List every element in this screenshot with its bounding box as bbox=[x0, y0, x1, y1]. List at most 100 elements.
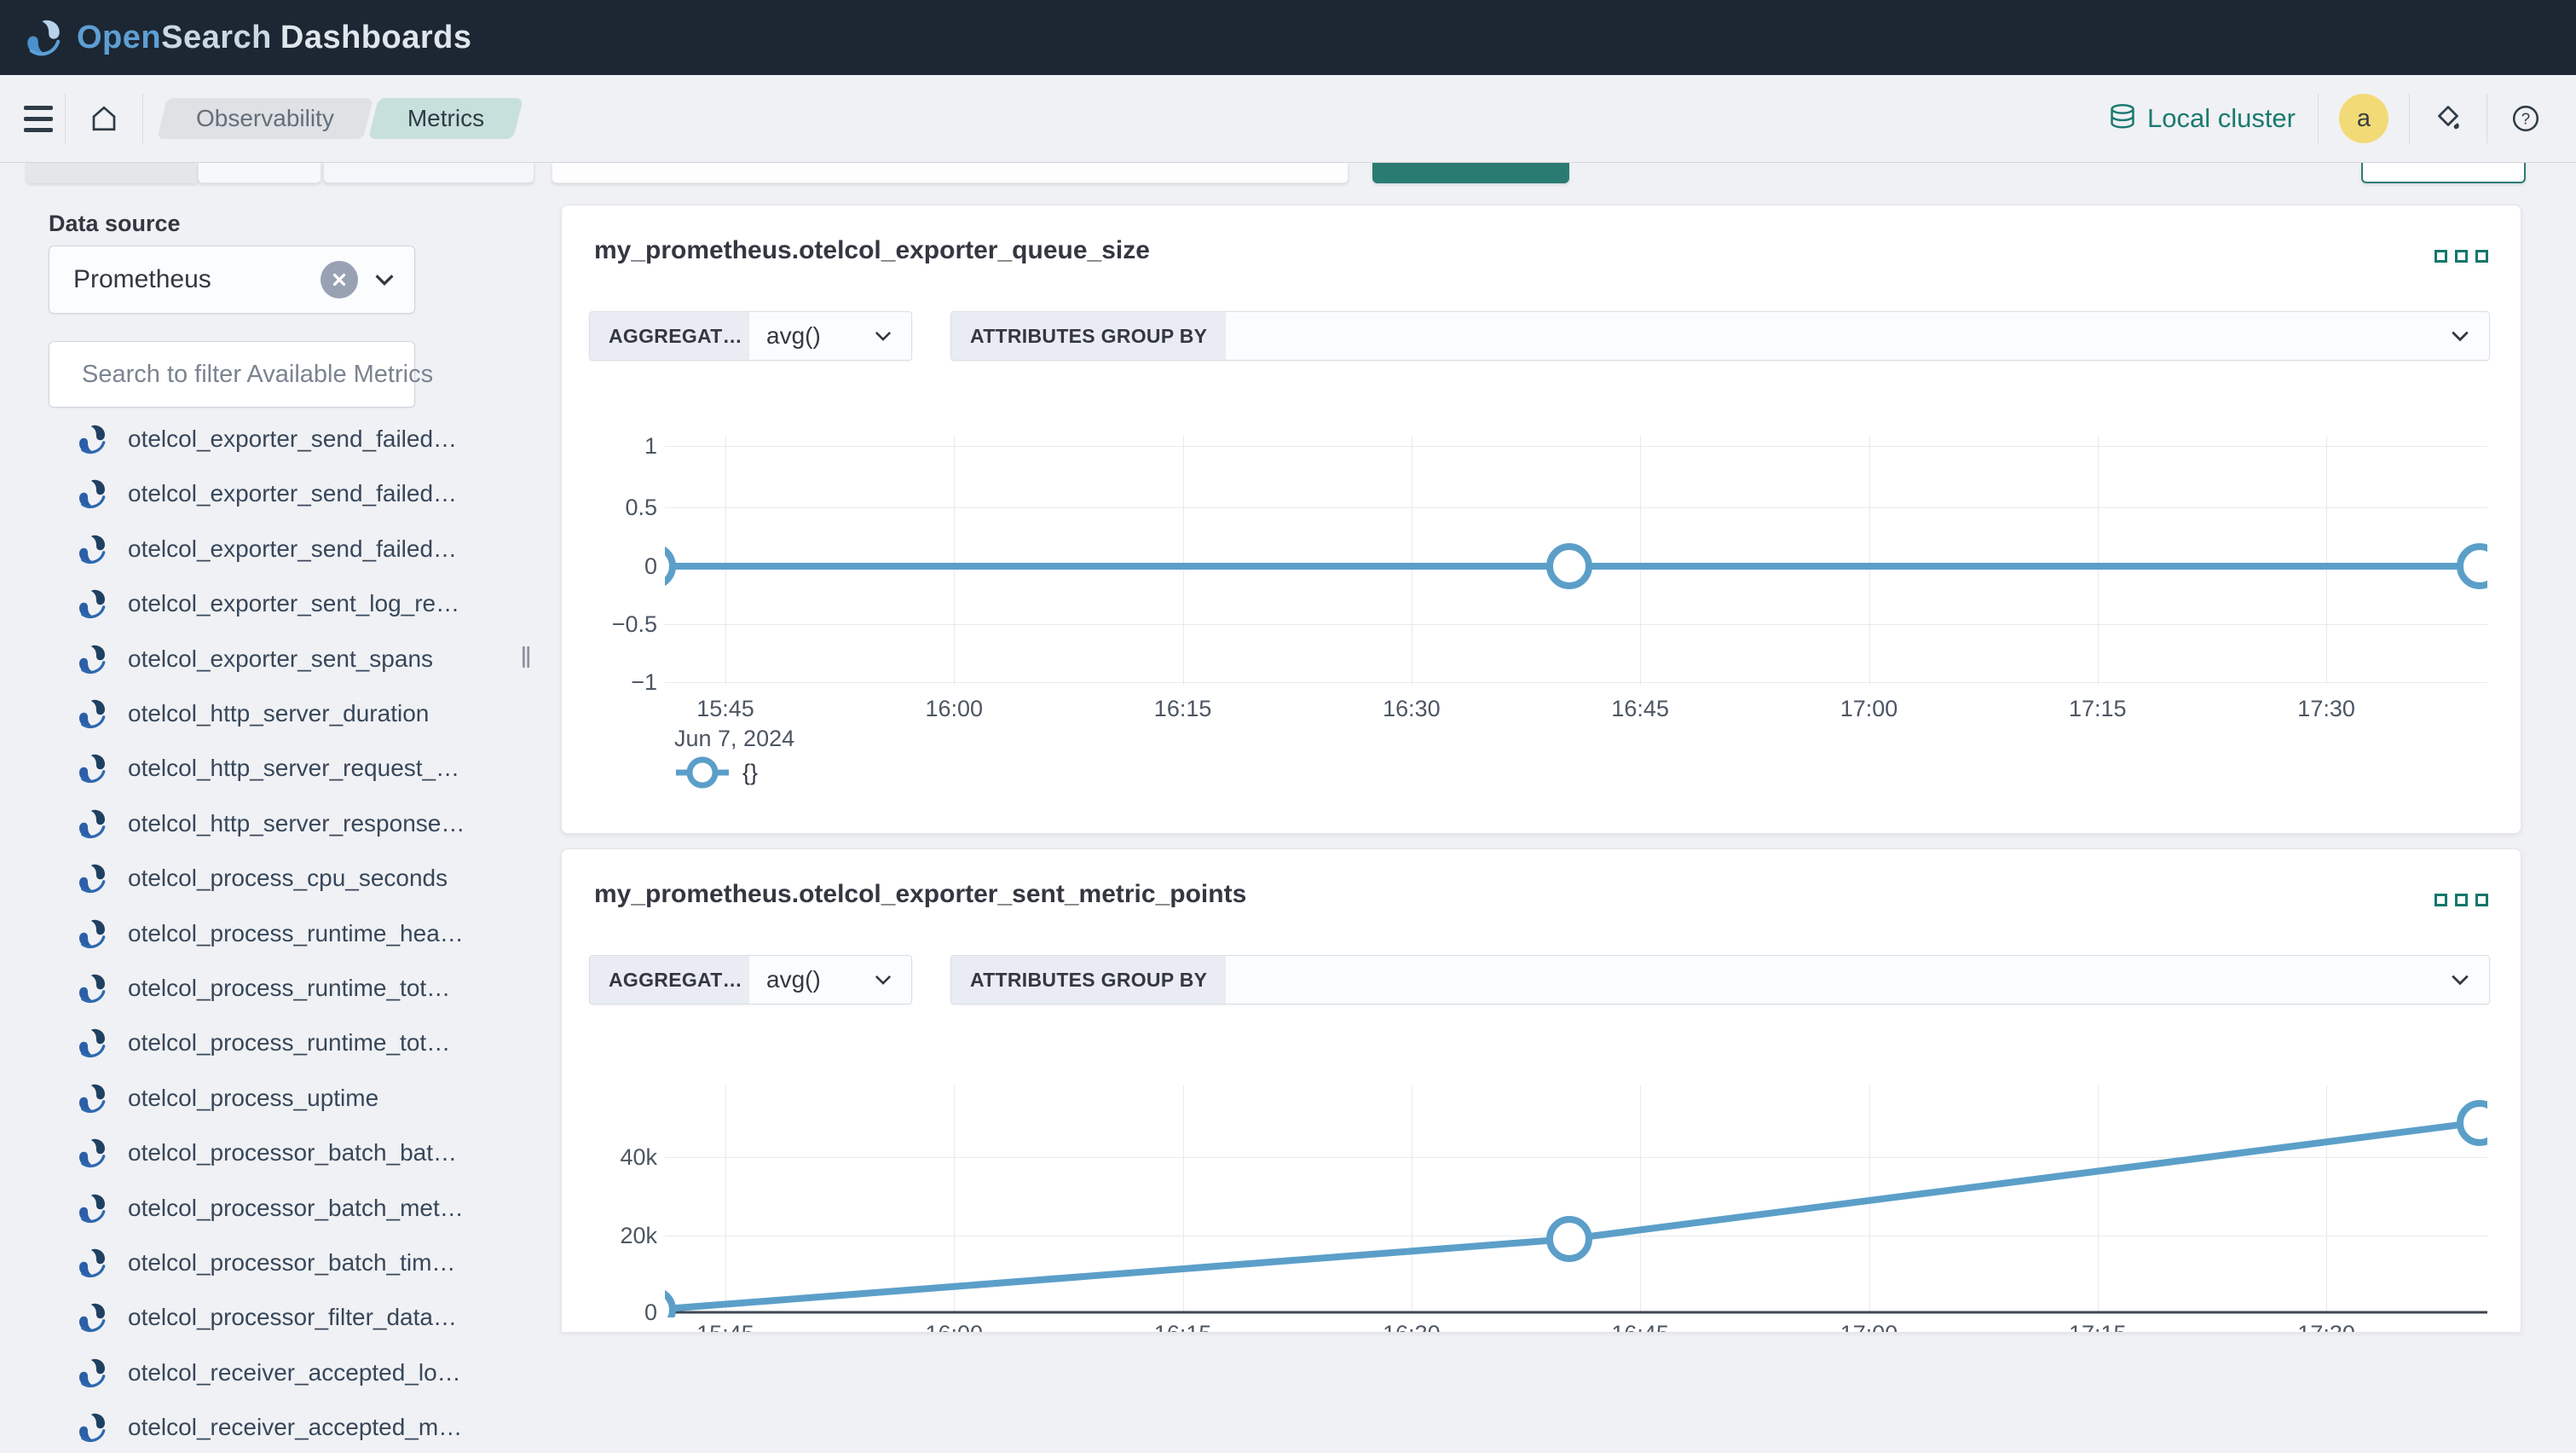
chevron-down-icon bbox=[875, 332, 892, 341]
y-axis-tick-label: 20k bbox=[620, 1223, 657, 1248]
chevron-down-icon bbox=[2452, 331, 2469, 342]
opensearch-metric-icon bbox=[79, 864, 106, 894]
x-axis-tick-label: 17:30 bbox=[2297, 696, 2355, 721]
metric-list-item[interactable]: otelcol_exporter_send_failed… bbox=[75, 415, 457, 463]
toolbar-quick-select-partial[interactable] bbox=[26, 163, 198, 183]
datasource-select[interactable]: Prometheus bbox=[49, 246, 415, 314]
aggregation-select[interactable]: AGGREGAT… avg() bbox=[589, 955, 912, 1004]
x-axis-tick-label: 16:30 bbox=[1383, 696, 1441, 721]
aggregation-value: avg() bbox=[766, 966, 821, 993]
metric-list-item[interactable]: otelcol_exporter_sent_spans bbox=[75, 635, 433, 683]
metric-panel-queue-size: my_prometheus.otelcol_exporter_queue_siz… bbox=[561, 205, 2521, 834]
metric-list-item[interactable]: otelcol_processor_filter_data… bbox=[75, 1294, 457, 1341]
metric-list-item[interactable]: otelcol_process_runtime_tot… bbox=[75, 1019, 450, 1067]
x-axis-tick-label: 16:00 bbox=[925, 696, 984, 721]
opensearch-metric-icon bbox=[79, 425, 106, 454]
home-button[interactable] bbox=[78, 92, 130, 145]
x-axis-tick-label: 16:15 bbox=[1153, 696, 1212, 721]
metrics-search-input[interactable]: Search to filter Available Metrics bbox=[49, 341, 433, 408]
appearance-button[interactable] bbox=[2422, 92, 2475, 145]
help-button[interactable]: ? bbox=[2499, 92, 2552, 145]
metric-name: otelcol_process_cpu_seconds bbox=[128, 865, 448, 892]
divider bbox=[2318, 94, 2319, 143]
opensearch-metric-icon bbox=[79, 1304, 106, 1333]
brand-text: OpenSearch Dashboards bbox=[77, 19, 472, 55]
opensearch-metric-icon bbox=[79, 1248, 106, 1278]
panel-actions-icon[interactable] bbox=[2434, 894, 2488, 906]
metric-name: otelcol_process_uptime bbox=[128, 1084, 379, 1111]
toolbar-strip bbox=[0, 163, 2576, 183]
opensearch-metric-icon bbox=[79, 919, 106, 948]
aggregation-select[interactable]: AGGREGAT… avg() bbox=[589, 311, 912, 361]
metric-list-item[interactable]: otelcol_process_runtime_hea… bbox=[75, 910, 464, 958]
user-avatar[interactable]: a bbox=[2339, 94, 2388, 143]
panel-title: my_prometheus.otelcol_exporter_sent_metr… bbox=[594, 880, 1247, 908]
toolbar-primary-button-partial[interactable] bbox=[1372, 163, 1569, 183]
metric-list-item[interactable]: otelcol_http_server_response… bbox=[75, 800, 465, 848]
chart-legend[interactable]: {} bbox=[674, 753, 758, 792]
toolbar-date-partial[interactable] bbox=[198, 163, 321, 183]
metric-list-item[interactable]: otelcol_receiver_accepted_lo… bbox=[75, 1349, 461, 1397]
metric-list-item[interactable]: otelcol_processor_batch_bat… bbox=[75, 1129, 457, 1177]
metric-name: otelcol_exporter_sent_log_re… bbox=[128, 590, 460, 617]
y-axis-tick-label: −1 bbox=[631, 669, 657, 695]
group-by-select[interactable]: ATTRIBUTES GROUP BY bbox=[950, 955, 2490, 1004]
metric-list-item[interactable]: otelcol_exporter_sent_log_re… bbox=[75, 580, 459, 628]
breadcrumb-observability[interactable]: Observability bbox=[157, 98, 373, 139]
toolbar-range-partial[interactable] bbox=[323, 163, 534, 183]
opensearch-brand[interactable]: OpenSearch Dashboards bbox=[22, 16, 472, 59]
opensearch-metric-icon bbox=[79, 755, 106, 784]
database-icon bbox=[2111, 103, 2134, 129]
menu-button[interactable] bbox=[12, 92, 65, 145]
y-axis-tick-label: 1 bbox=[644, 433, 657, 459]
x-axis-tick-label: 17:00 bbox=[1840, 696, 1898, 721]
legend-series-marker bbox=[676, 756, 729, 789]
y-axis-tick-label: 40k bbox=[620, 1144, 657, 1170]
local-cluster-button[interactable]: Local cluster bbox=[2086, 103, 2318, 134]
breadcrumb-metrics[interactable]: Metrics bbox=[367, 98, 524, 139]
opensearch-metric-icon bbox=[79, 1084, 106, 1113]
x-axis-tick-label: 16:15 bbox=[1154, 1321, 1212, 1332]
x-axis-tick-label: 16:45 bbox=[1611, 696, 1669, 721]
aggregation-label: AGGREGAT… bbox=[590, 956, 749, 1004]
home-icon bbox=[92, 106, 116, 131]
aggregation-label: AGGREGAT… bbox=[590, 312, 749, 360]
metric-list-item[interactable]: otelcol_process_runtime_tot… bbox=[75, 964, 450, 1012]
metric-name: otelcol_exporter_send_failed… bbox=[128, 425, 458, 452]
x-axis-tick-label: 16:45 bbox=[1611, 1321, 1669, 1332]
metrics-content: my_prometheus.otelcol_exporter_queue_siz… bbox=[546, 183, 2576, 1453]
plot-area bbox=[665, 1085, 2487, 1317]
search-placeholder: Search to filter Available Metrics bbox=[82, 360, 434, 388]
x-axis-date-label: Jun 7, 2024 bbox=[674, 726, 795, 751]
metric-name: otelcol_process_runtime_hea… bbox=[128, 919, 464, 946]
divider bbox=[65, 94, 66, 143]
sidebar-resize-handle[interactable]: ‖ bbox=[520, 642, 534, 675]
group-by-select[interactable]: ATTRIBUTES GROUP BY bbox=[950, 311, 2490, 361]
ink-drop-icon bbox=[2438, 106, 2459, 130]
opensearch-metric-icon bbox=[79, 645, 106, 674]
metric-name: otelcol_processor_batch_bat… bbox=[128, 1139, 458, 1166]
metric-list-item[interactable]: otelcol_receiver_accepted_m… bbox=[75, 1404, 462, 1451]
panel-title: my_prometheus.otelcol_exporter_queue_siz… bbox=[594, 236, 1150, 264]
metric-list-item[interactable]: otelcol_exporter_send_failed… bbox=[75, 525, 457, 573]
metric-name: otelcol_exporter_sent_spans bbox=[128, 645, 434, 672]
toolbar-secondary-button-partial[interactable] bbox=[2361, 163, 2526, 183]
aggregation-value: avg() bbox=[766, 322, 821, 349]
x-axis-tick-label: 17:00 bbox=[1840, 1321, 1898, 1332]
group-by-label: ATTRIBUTES GROUP BY bbox=[951, 956, 1227, 1004]
clear-selection-button[interactable] bbox=[321, 261, 358, 298]
panel-actions-icon[interactable] bbox=[2434, 250, 2488, 263]
metric-list-item[interactable]: otelcol_http_server_duration bbox=[75, 690, 429, 738]
metric-name: otelcol_processor_batch_met… bbox=[128, 1194, 464, 1221]
cluster-label: Local cluster bbox=[2146, 103, 2296, 133]
metric-list-item[interactable]: otelcol_processor_batch_met… bbox=[75, 1184, 464, 1232]
metric-panel-sent-metric-points: my_prometheus.otelcol_exporter_sent_metr… bbox=[561, 848, 2521, 1332]
metric-list-item[interactable]: otelcol_process_uptime bbox=[75, 1074, 378, 1122]
metric-list-item[interactable]: otelcol_process_cpu_seconds bbox=[75, 854, 448, 902]
metric-list-item[interactable]: otelcol_exporter_send_failed… bbox=[75, 470, 457, 518]
x-axis-tick-label: 15:45 bbox=[696, 1321, 754, 1332]
metric-list-item[interactable]: otelcol_http_server_request_… bbox=[75, 744, 459, 792]
toolbar-search-input-partial[interactable] bbox=[552, 163, 1349, 183]
metrics-sidebar: Data source Prometheus Search to filter … bbox=[0, 183, 546, 1453]
metric-list-item[interactable]: otelcol_processor_batch_tim… bbox=[75, 1239, 455, 1287]
